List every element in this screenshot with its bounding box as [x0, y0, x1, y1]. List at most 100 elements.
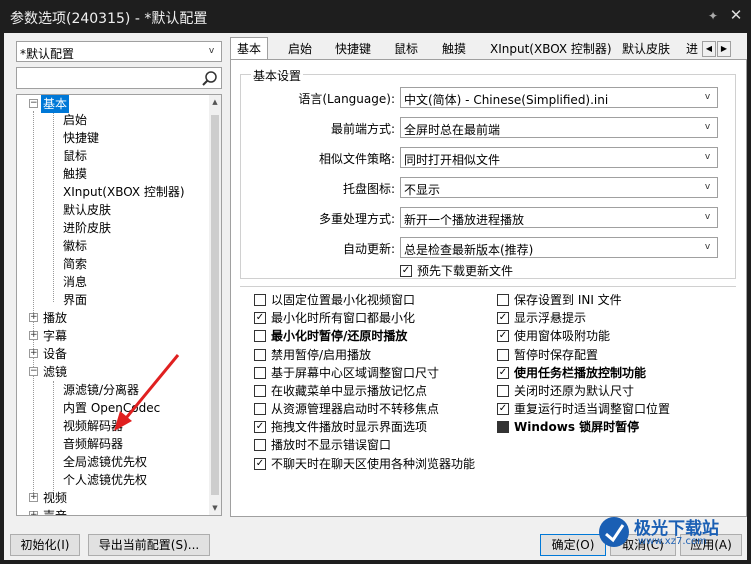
tree-item-label: 播放	[43, 311, 68, 325]
dialog-client: *默认配置 v − 基本 启始 快捷键 鼠标 触摸 XInput(XBOX 控制…	[4, 33, 747, 560]
tree-item[interactable]: 鼠标	[63, 147, 87, 165]
expand-icon[interactable]: +	[29, 511, 38, 515]
option-minimize-all[interactable]: ✓ 最小化时所有窗口都最小化	[254, 310, 415, 326]
tab-default-skin[interactable]: 默认皮肤	[616, 39, 676, 59]
tree-item-label: 视频	[43, 491, 68, 505]
similar-file-select[interactable]: 同时打开相似文件 v	[400, 147, 718, 168]
check-icon: ✓	[497, 367, 509, 379]
expand-icon[interactable]: +	[29, 331, 38, 340]
export-config-button[interactable]: 导出当前配置(S)...	[88, 534, 210, 556]
tray-icon-select[interactable]: 不显示 v	[400, 177, 718, 198]
scroll-up-icon[interactable]: ▲	[209, 95, 221, 109]
tree-item[interactable]: 消息	[63, 273, 87, 291]
option-taskbar-controls[interactable]: ✓ 使用任务栏播放控制功能	[497, 365, 646, 381]
check-icon: ✓	[497, 403, 509, 415]
tab-scroll-left-icon[interactable]: ◀	[702, 41, 716, 57]
tree-item[interactable]: 启始	[63, 111, 87, 129]
tree-item[interactable]: 个人滤镜优先权	[63, 471, 147, 489]
scrollbar-thumb[interactable]	[211, 115, 219, 495]
multi-process-select[interactable]: 新开一个播放进程播放 v	[400, 207, 718, 228]
check-icon: ✓	[254, 312, 266, 324]
tree-scrollbar[interactable]: ▲ ▼	[209, 95, 221, 515]
tab-scroll-right-icon[interactable]: ▶	[717, 41, 731, 57]
tree-item[interactable]: 快捷键	[63, 129, 99, 147]
option-adjust-window-position[interactable]: ✓ 重复运行时适当调整窗口位置	[497, 401, 670, 417]
checkbox-box	[254, 439, 266, 451]
tree-item-label: 声音	[43, 509, 68, 516]
language-value: 中文(简体) - Chinese(Simplified).ini	[404, 93, 609, 107]
checkbox-box	[254, 349, 266, 361]
collapse-icon[interactable]: −	[29, 99, 38, 108]
expand-icon[interactable]: +	[29, 313, 38, 322]
tree-item[interactable]: 进阶皮肤	[63, 219, 111, 237]
tab-xinput[interactable]: XInput(XBOX 控制器)	[484, 39, 618, 59]
tree-item[interactable]: XInput(XBOX 控制器)	[63, 183, 185, 201]
auto-update-label: 自动更新:	[342, 242, 395, 256]
language-select[interactable]: 中文(简体) - Chinese(Simplified).ini v	[400, 87, 718, 108]
tree-item[interactable]: 音频解码器	[63, 435, 123, 453]
search-icon[interactable]	[201, 70, 218, 87]
tab-start[interactable]: 启始	[282, 39, 318, 59]
watermark-url: www.xz7.com	[638, 536, 707, 547]
expand-icon[interactable]: +	[29, 349, 38, 358]
language-label: 语言(Language):	[298, 92, 395, 106]
option-pause-on-minimize[interactable]: 最小化时暂停/还原时播放	[254, 328, 407, 344]
option-disable-pause[interactable]: 禁用暂停/启用播放	[254, 347, 371, 363]
option-chat-browser[interactable]: ✓ 不聊天时在聊天区使用各种浏览器功能	[254, 456, 475, 472]
watermark: 极光下载站 www.xz7.com	[590, 510, 750, 560]
option-show-tooltips[interactable]: ✓ 显示浮悬提示	[497, 310, 586, 326]
option-no-focus-steal[interactable]: 从资源管理器启动时不转移焦点	[254, 401, 439, 417]
option-save-on-pause[interactable]: 暂停时保存配置	[497, 347, 598, 363]
close-icon[interactable]: ✕	[728, 7, 744, 23]
option-center-resize[interactable]: 基于屏幕中心区域调整窗口尺寸	[254, 365, 439, 381]
tab-advanced-skin[interactable]: 进	[680, 39, 704, 59]
chevron-down-icon: v	[704, 152, 711, 162]
checkbox-box	[497, 349, 509, 361]
option-pause-on-lock[interactable]: Windows 锁屏时暂停	[497, 419, 639, 435]
checkbox-label: 最小化时所有窗口都最小化	[271, 311, 416, 325]
init-button[interactable]: 初始化(I)	[10, 534, 80, 556]
profile-select[interactable]: *默认配置 v	[16, 41, 222, 62]
scroll-down-icon[interactable]: ▼	[209, 501, 221, 515]
option-drag-show-options[interactable]: ✓ 拖拽文件播放时显示界面选项	[254, 419, 427, 435]
tab-basic[interactable]: 基本	[230, 37, 269, 60]
chevron-down-icon: v	[208, 46, 215, 56]
tab-mouse[interactable]: 鼠标	[388, 39, 424, 59]
checkbox-box	[254, 403, 266, 415]
checkbox-box	[254, 294, 266, 306]
front-mode-select[interactable]: 全屏时总在最前端 v	[400, 117, 718, 138]
expand-icon[interactable]: +	[29, 493, 38, 502]
option-restore-default-size[interactable]: 关闭时还原为默认尺寸	[497, 383, 634, 399]
tree-item[interactable]: 触摸	[63, 165, 87, 183]
check-icon: ✓	[254, 458, 266, 470]
option-save-ini[interactable]: 保存设置到 INI 文件	[497, 292, 622, 308]
tree-item[interactable]: 全局滤镜优先权	[63, 453, 147, 471]
auto-update-select[interactable]: 总是检查最新版本(推荐) v	[400, 237, 718, 258]
checkbox-label: 暂停时保存配置	[514, 348, 599, 362]
predownload-checkbox[interactable]: ✓ 预先下载更新文件	[400, 263, 513, 279]
tree-item-label: 个人滤镜优先权	[63, 473, 148, 487]
tab-touch[interactable]: 触摸	[436, 39, 472, 59]
profile-value: *默认配置	[20, 47, 75, 61]
pin-icon[interactable]: ✦	[706, 9, 720, 23]
option-fixed-minimize[interactable]: 以固定位置最小化视频窗口	[254, 292, 415, 308]
checkbox-label: 基于屏幕中心区域调整窗口尺寸	[271, 366, 440, 380]
similar-file-label: 相似文件策略:	[318, 152, 395, 166]
tree-item[interactable]: 简索	[63, 255, 87, 273]
collapse-icon[interactable]: −	[29, 367, 38, 376]
check-icon: ✓	[497, 330, 509, 342]
option-window-snap[interactable]: ✓ 使用窗体吸附功能	[497, 328, 610, 344]
search-input[interactable]	[16, 67, 222, 89]
tree-guide	[33, 111, 34, 501]
tab-hotkeys[interactable]: 快捷键	[329, 39, 377, 59]
tree-item[interactable]: 界面	[63, 291, 87, 309]
option-hide-errors[interactable]: 播放时不显示错误窗口	[254, 437, 391, 453]
tab-bar: 基本 启始 快捷键 鼠标 触摸 XInput(XBOX 控制器) 默认皮肤 进 …	[230, 37, 747, 60]
check-icon: ✓	[400, 265, 412, 277]
option-favorites-bookmarks[interactable]: 在收藏菜单中显示播放记忆点	[254, 383, 427, 399]
tree-item[interactable]: 徽标	[63, 237, 87, 255]
tree-item[interactable]: 默认皮肤	[63, 201, 111, 219]
settings-tree[interactable]: − 基本 启始 快捷键 鼠标 触摸 XInput(XBOX 控制器) 默认皮肤 …	[16, 94, 222, 516]
annotation-arrow-icon	[114, 354, 180, 431]
checkbox-label: 不聊天时在聊天区使用各种浏览器功能	[271, 457, 476, 471]
